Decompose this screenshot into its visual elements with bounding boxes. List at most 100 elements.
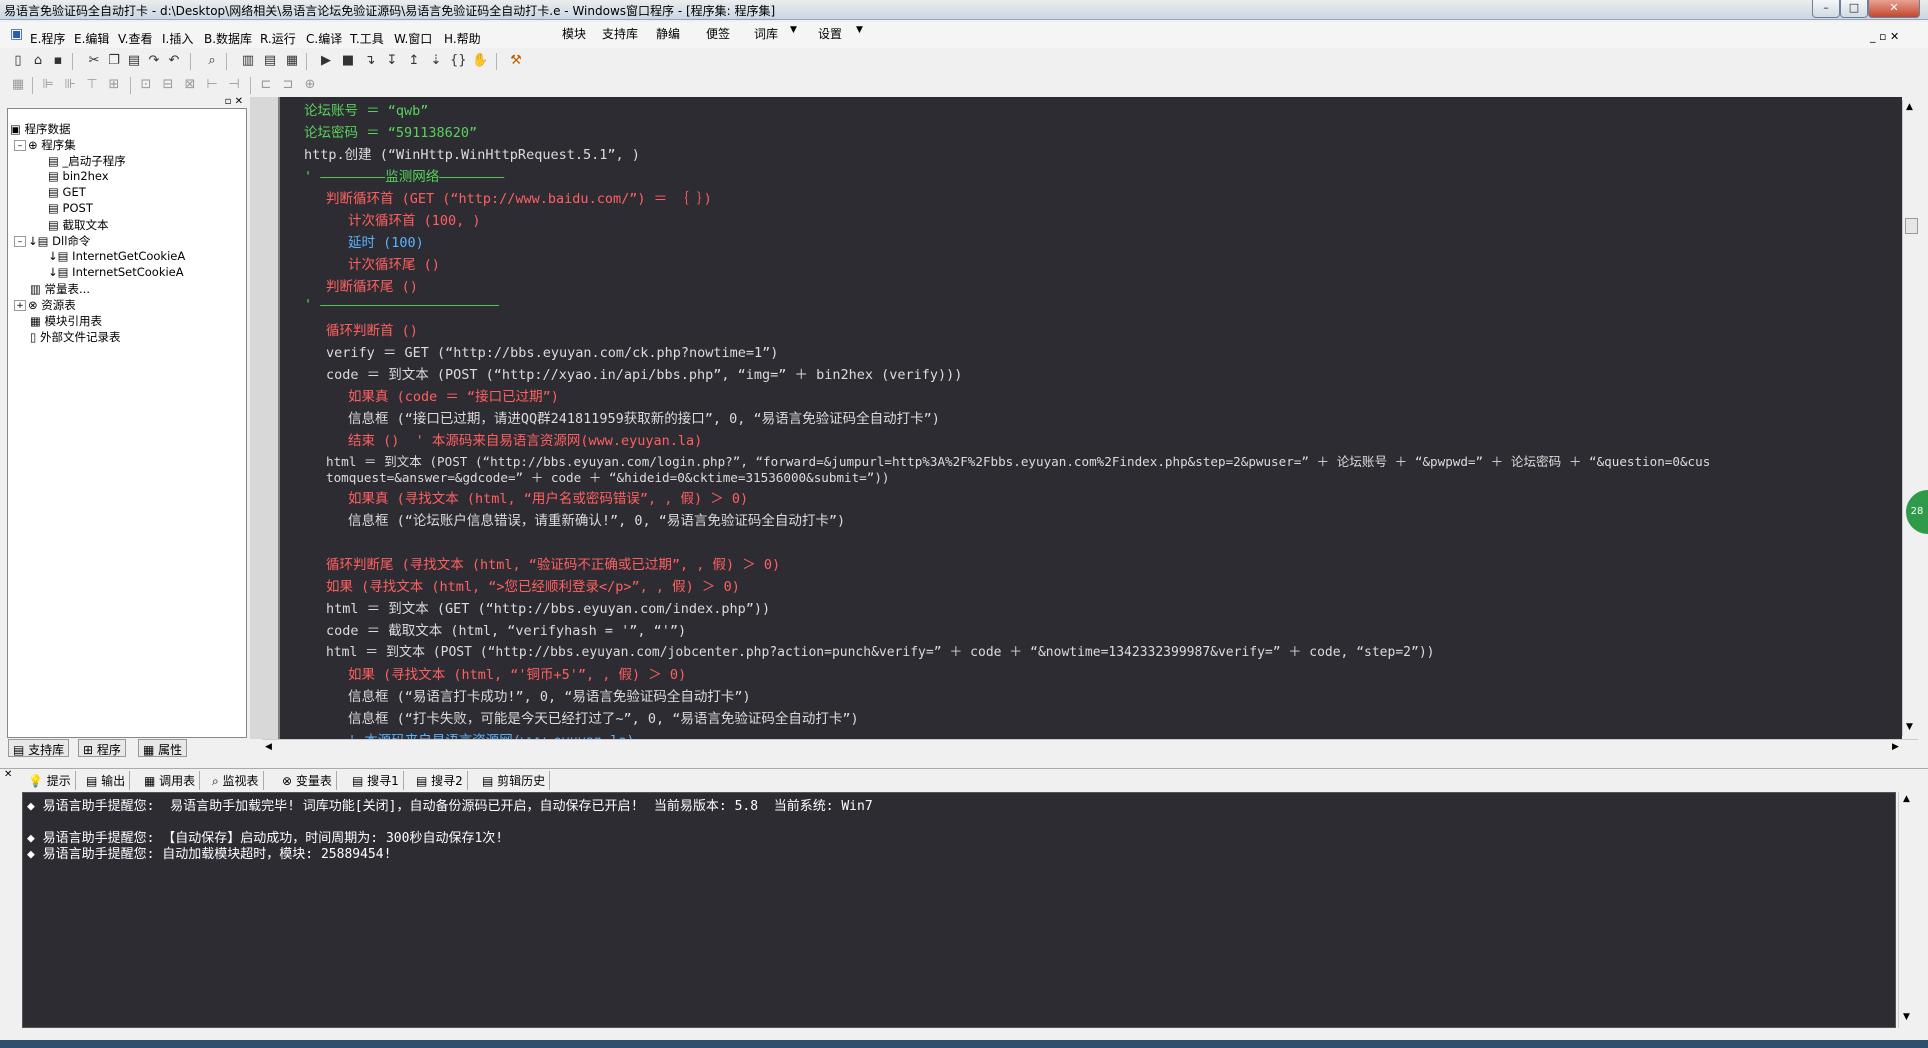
menu-help[interactable]: H.帮助 xyxy=(444,30,481,47)
tree-external[interactable]: ▯ 外部文件记录表 xyxy=(30,329,120,345)
menu-window[interactable]: W.窗口 xyxy=(394,30,432,47)
close-icon[interactable]: ✕ xyxy=(4,769,12,780)
tree-item[interactable]: ▤ bin2hex xyxy=(48,169,109,183)
menu-run[interactable]: R.运行 xyxy=(260,30,296,47)
menu-view[interactable]: V.查看 xyxy=(118,30,152,47)
tree-root[interactable]: ▣ 程序数据 xyxy=(10,121,71,137)
scroll-right-icon[interactable]: ▶ xyxy=(1892,742,1899,752)
topmenu-dictionary[interactable]: 词库 xyxy=(754,25,778,42)
same-height-icon[interactable]: ⊠ xyxy=(182,77,198,93)
tree-item[interactable]: ↓▤ InternetSetCookieA xyxy=(48,265,184,279)
tab-tips[interactable]: 💡 提示 xyxy=(24,771,76,790)
tree-assembly[interactable]: – ⊕ 程序集 xyxy=(14,137,76,153)
tab-clip-history[interactable]: ▤ 剪辑历史 xyxy=(478,771,551,790)
toolbar-align: ▦ ⊫ ⊪ ⊤ ⊞ ⊡ ⊟ ⊠ ⊢ ⊣ ⊏ ⊐ ⊕ xyxy=(0,74,1928,96)
find-icon[interactable]: ⌕ xyxy=(204,53,220,69)
align-grid-icon[interactable]: ▦ xyxy=(10,77,26,93)
scroll-thumb[interactable] xyxy=(1905,218,1918,234)
output-panel[interactable]: ◆ 易语言助手提醒您: 易语言助手加载完毕! 词库功能[关闭]，自动备份源码已开… xyxy=(22,792,1896,1028)
tab-call-table[interactable]: ▦ 调用表 xyxy=(140,771,201,790)
tab-support-library[interactable]: ▤ 支持库 xyxy=(8,739,70,757)
tree-module-ref[interactable]: ▦ 模块引用表 xyxy=(30,313,102,329)
scroll-down-icon[interactable]: ▼ xyxy=(1906,722,1913,732)
scroll-left-icon[interactable]: ◀ xyxy=(265,742,272,752)
close-button[interactable]: ✕ xyxy=(1868,0,1920,18)
layout-2-icon[interactable]: ▤ xyxy=(262,53,278,69)
space-icon[interactable]: ⊢ xyxy=(204,77,220,93)
tree-item[interactable]: ▤ GET xyxy=(48,185,86,199)
topmenu-modules[interactable]: 模块 xyxy=(562,25,586,42)
align-middle-icon[interactable]: ⊞ xyxy=(106,77,122,93)
lock-icon[interactable]: ⊕ xyxy=(302,77,318,93)
scroll-up-icon[interactable]: ▲ xyxy=(1906,102,1913,112)
run-icon[interactable]: ▶ xyxy=(318,53,334,69)
tree-item[interactable]: ▤ _启动子程序 xyxy=(48,153,126,169)
topmenu-support[interactable]: 支持库 xyxy=(602,25,638,42)
space-v-icon[interactable]: ⊣ xyxy=(226,77,242,93)
menu-database[interactable]: B.数据库 xyxy=(204,30,252,47)
tab-search2[interactable]: ▤ 搜寻2 xyxy=(412,771,468,790)
editor-vertical-scrollbar[interactable]: ▲ ▼ xyxy=(1902,100,1920,736)
output-scrollbar[interactable]: ▲ ▼ xyxy=(1898,792,1918,1028)
tab-properties[interactable]: ▦ 属性 xyxy=(138,739,188,757)
stop-icon[interactable]: ■ xyxy=(340,53,356,69)
hand-icon[interactable]: ✋ xyxy=(472,53,488,69)
tree-item[interactable]: ▤ POST xyxy=(48,201,93,215)
layout-1-icon[interactable]: ▥ xyxy=(240,53,256,69)
menu-insert[interactable]: I.插入 xyxy=(162,30,193,47)
editor-horizontal-scrollbar[interactable]: ◀ ▶ xyxy=(262,739,1918,756)
tab-search1[interactable]: ▤ 搜寻1 xyxy=(348,771,404,790)
code-line: 信息框 (“打卡失败，可能是今天已经打过了~”, 0, “易语言免验证码全自动打… xyxy=(348,711,859,727)
topmenu-static[interactable]: 静编 xyxy=(656,25,680,42)
tab-watch[interactable]: ⌕ 监视表 xyxy=(208,771,264,790)
copy-icon[interactable]: ❐ xyxy=(106,53,122,69)
scroll-up-icon[interactable]: ▲ xyxy=(1903,794,1910,804)
title-bar: 易语言免验证码全自动打卡 - d:\Desktop\网络相关\易语言论坛免验证源… xyxy=(0,0,1928,20)
tree-resources[interactable]: + ⊗ 资源表 xyxy=(14,297,76,313)
step-into-icon[interactable]: ↧ xyxy=(384,53,400,69)
topmenu-settings[interactable]: 设置 xyxy=(818,25,842,42)
tab-output[interactable]: ▤ 输出 xyxy=(82,771,131,790)
menu-edit[interactable]: E.编辑 xyxy=(74,30,109,47)
paste-icon[interactable]: ▤ xyxy=(126,53,142,69)
minimize-button[interactable]: – xyxy=(1812,0,1840,18)
redo-icon[interactable]: ↷ xyxy=(146,53,162,69)
step-icon[interactable]: ⇣ xyxy=(428,53,444,69)
code-line: 计次循环首 (100, ) xyxy=(348,213,481,229)
mdi-window-controls[interactable]: _ ▫ ✕ xyxy=(1870,30,1899,43)
topmenu-notes[interactable]: 便签 xyxy=(706,25,730,42)
layout-3-icon[interactable]: ▦ xyxy=(284,53,300,69)
panel-controls[interactable]: ▫ ✕ xyxy=(7,97,247,108)
tab-program[interactable]: ⊞ 程序 xyxy=(78,739,126,757)
undo-icon[interactable]: ↶ xyxy=(166,53,182,69)
menu-tools[interactable]: T.工具 xyxy=(350,30,384,47)
helper-icon[interactable]: ⚒ xyxy=(508,53,524,69)
open-folder-icon[interactable]: ⌂ xyxy=(30,53,46,69)
same-size-icon[interactable]: ⊡ xyxy=(138,77,154,93)
menu-compile[interactable]: C.编译 xyxy=(306,30,342,47)
step-out-icon[interactable]: ↥ xyxy=(406,53,422,69)
center-h-icon[interactable]: ⊏ xyxy=(258,77,274,93)
align-top-icon[interactable]: ⊤ xyxy=(84,77,100,93)
align-center-icon[interactable]: ⊪ xyxy=(62,77,78,93)
center-v-icon[interactable]: ⊐ xyxy=(280,77,296,93)
tree-constants[interactable]: ▥ 常量表... xyxy=(30,281,90,297)
braces-icon[interactable]: {} xyxy=(450,53,467,69)
cut-icon[interactable]: ✂ xyxy=(86,53,102,69)
same-width-icon[interactable]: ⊟ xyxy=(160,77,176,93)
editor-gutter xyxy=(250,97,278,739)
save-icon[interactable]: ▪ xyxy=(50,53,66,69)
chevron-down-icon[interactable]: ▼ xyxy=(790,25,797,35)
new-file-icon[interactable]: ▯ xyxy=(10,53,26,69)
step-over-icon[interactable]: ↴ xyxy=(362,53,378,69)
tree-dll[interactable]: – ↓▤ Dll命令 xyxy=(14,233,90,249)
menu-program[interactable]: E.程序 xyxy=(30,30,65,47)
chevron-down-icon[interactable]: ▼ xyxy=(856,25,863,35)
align-left-icon[interactable]: ⊫ xyxy=(40,77,56,93)
tree-item[interactable]: ▤ 截取文本 xyxy=(48,217,109,233)
scroll-down-icon[interactable]: ▼ xyxy=(1903,1012,1910,1022)
tree-item[interactable]: ↓▤ InternetGetCookieA xyxy=(48,249,185,263)
maximize-button[interactable]: □ xyxy=(1840,0,1868,18)
code-editor[interactable]: 论坛账号 ＝ “qwb” 论坛密码 ＝ “591138620” http.创建 … xyxy=(278,97,1902,739)
tab-variables[interactable]: ⊗ 变量表 xyxy=(278,771,337,790)
